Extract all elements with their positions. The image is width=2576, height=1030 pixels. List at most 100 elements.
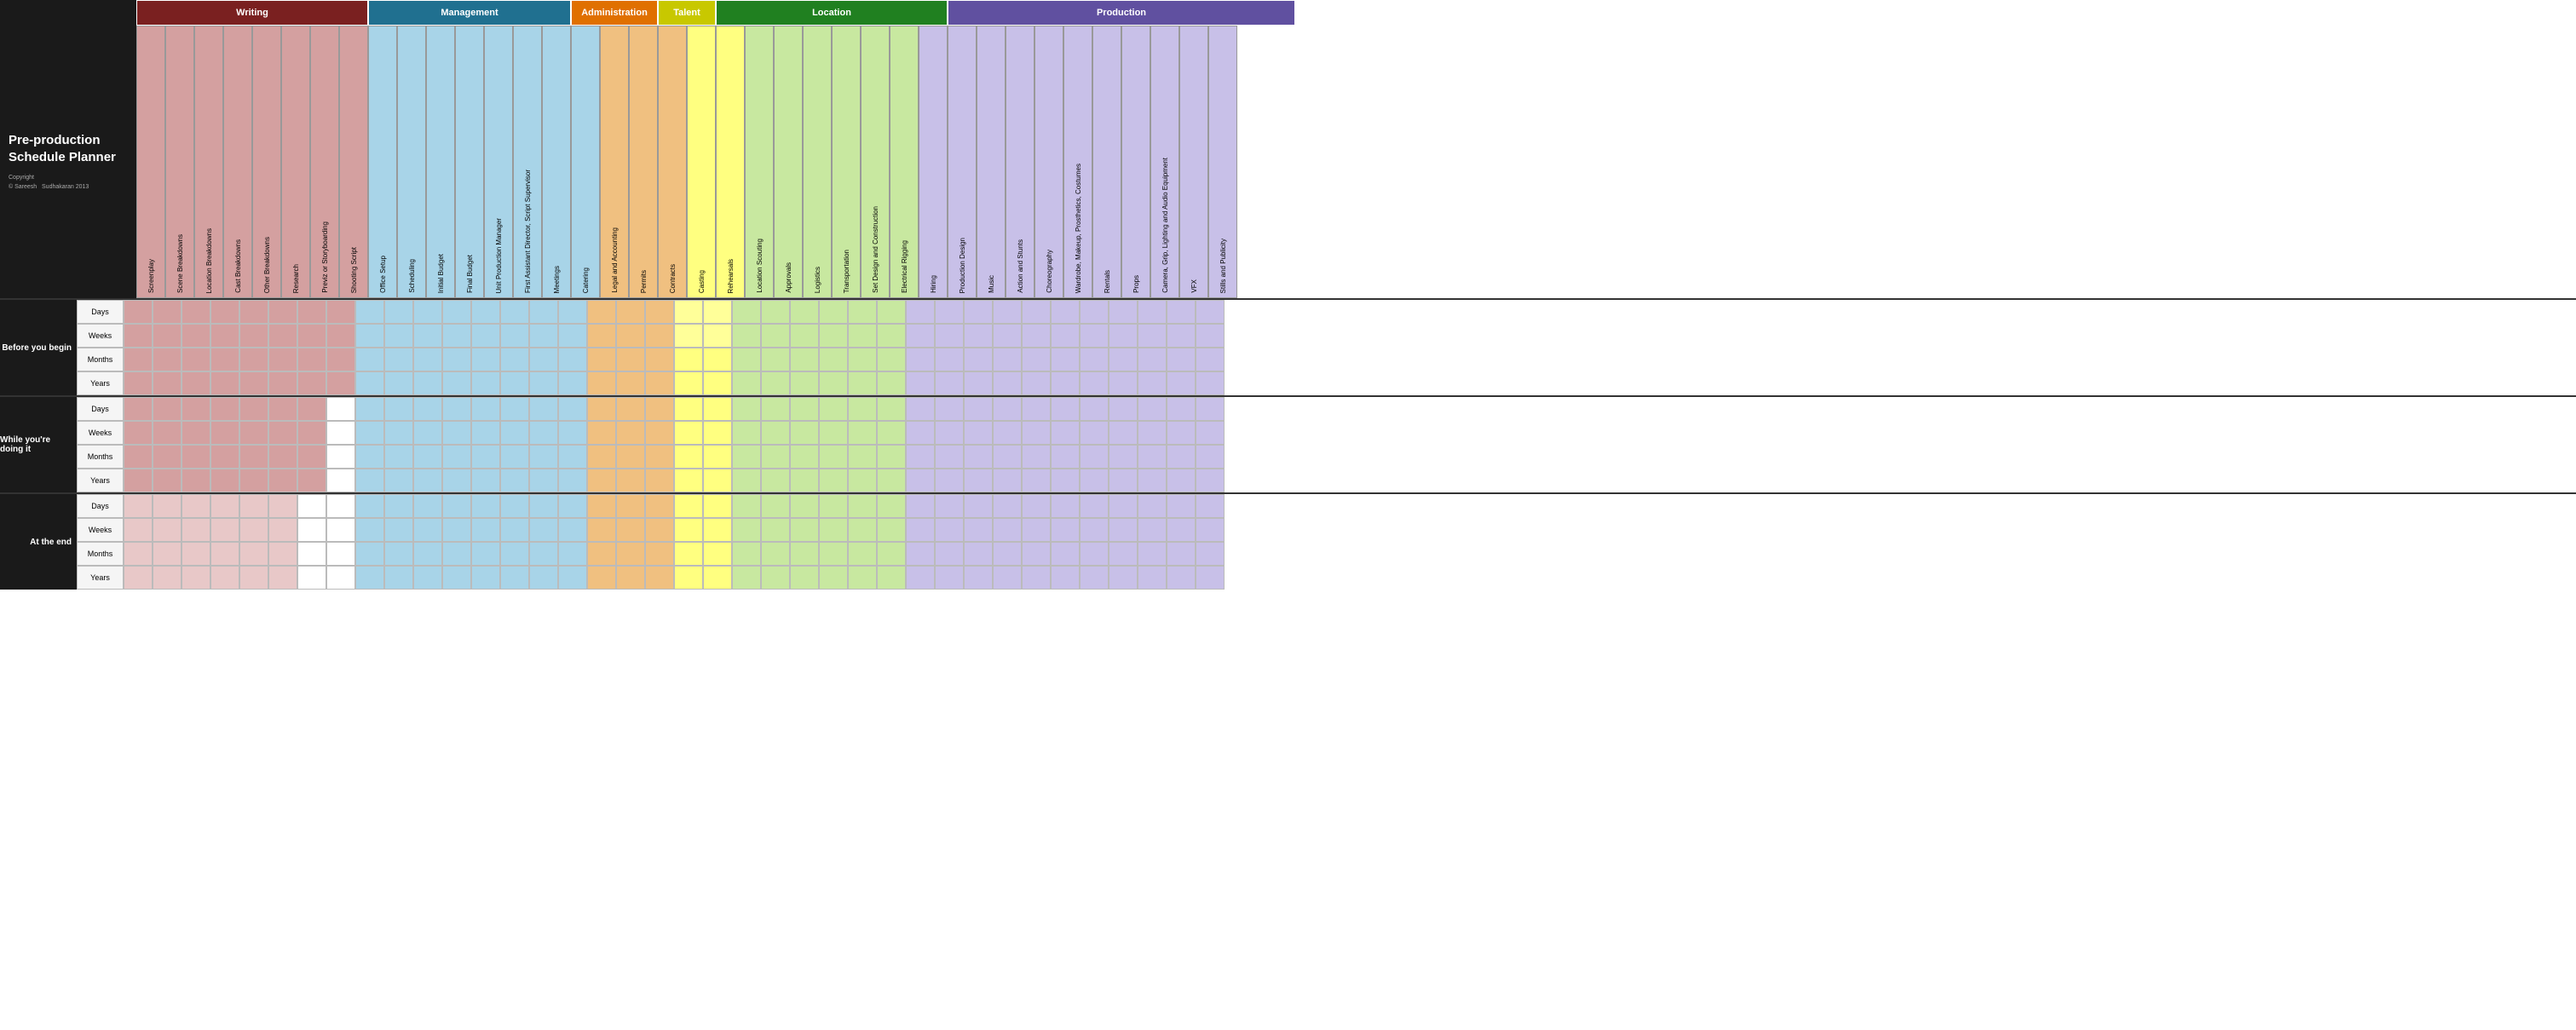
cell-before_you_begin-weeks-scheduling[interactable]	[384, 324, 413, 348]
cell-while_youre_doing_it-years-permits[interactable]	[616, 469, 645, 492]
cell-while_youre_doing_it-months-location_scouting[interactable]	[732, 445, 761, 469]
cell-before_you_begin-months-wardrobe[interactable]	[1051, 348, 1080, 371]
cell-at_the_end-months-music[interactable]	[964, 542, 993, 566]
cell-at_the_end-days-scene_breakdowns[interactable]	[153, 494, 182, 518]
cell-while_youre_doing_it-weeks-final_budget[interactable]	[442, 421, 471, 445]
cell-before_you_begin-days-contracts[interactable]	[645, 300, 674, 324]
cell-at_the_end-months-rehearsals[interactable]	[703, 542, 732, 566]
cell-while_youre_doing_it-weeks-logistics[interactable]	[790, 421, 819, 445]
cell-while_youre_doing_it-months-office_setup[interactable]	[355, 445, 384, 469]
cell-before_you_begin-days-approvals[interactable]	[761, 300, 790, 324]
cell-before_you_begin-weeks-rehearsals[interactable]	[703, 324, 732, 348]
cell-at_the_end-years-scene_breakdowns[interactable]	[153, 566, 182, 590]
cell-while_youre_doing_it-weeks-screenplay[interactable]	[124, 421, 153, 445]
cell-at_the_end-years-unit_production_manager[interactable]	[471, 566, 500, 590]
cell-before_you_begin-years-vfx[interactable]	[1167, 371, 1196, 395]
cell-before_you_begin-months-props[interactable]	[1109, 348, 1138, 371]
cell-at_the_end-years-legal_accounting[interactable]	[587, 566, 616, 590]
cell-at_the_end-days-research[interactable]	[268, 494, 297, 518]
cell-at_the_end-days-final_budget[interactable]	[442, 494, 471, 518]
cell-at_the_end-years-previz_storyboarding[interactable]	[297, 566, 326, 590]
cell-while_youre_doing_it-years-stills_publicity[interactable]	[1196, 469, 1225, 492]
cell-before_you_begin-months-action_stunts[interactable]	[993, 348, 1022, 371]
cell-while_youre_doing_it-days-legal_accounting[interactable]	[587, 397, 616, 421]
cell-at_the_end-days-scheduling[interactable]	[384, 494, 413, 518]
cell-before_you_begin-days-scheduling[interactable]	[384, 300, 413, 324]
cell-before_you_begin-years-props[interactable]	[1109, 371, 1138, 395]
cell-before_you_begin-months-shooting_script[interactable]	[326, 348, 355, 371]
cell-at_the_end-years-meetings[interactable]	[529, 566, 558, 590]
cell-before_you_begin-months-research[interactable]	[268, 348, 297, 371]
cell-while_youre_doing_it-weeks-production_design[interactable]	[935, 421, 964, 445]
cell-at_the_end-weeks-cast_breakdowns[interactable]	[210, 518, 239, 542]
cell-while_youre_doing_it-weeks-rentals[interactable]	[1080, 421, 1109, 445]
cell-at_the_end-weeks-stills_publicity[interactable]	[1196, 518, 1225, 542]
cell-before_you_begin-months-choreography[interactable]	[1022, 348, 1051, 371]
cell-at_the_end-weeks-office_setup[interactable]	[355, 518, 384, 542]
cell-before_you_begin-years-music[interactable]	[964, 371, 993, 395]
cell-while_youre_doing_it-weeks-legal_accounting[interactable]	[587, 421, 616, 445]
cell-at_the_end-years-rehearsals[interactable]	[703, 566, 732, 590]
cell-at_the_end-months-location_breakdowns[interactable]	[182, 542, 210, 566]
cell-while_youre_doing_it-weeks-contracts[interactable]	[645, 421, 674, 445]
cell-before_you_begin-years-electrical_rigging[interactable]	[877, 371, 906, 395]
cell-before_you_begin-days-vfx[interactable]	[1167, 300, 1196, 324]
cell-while_youre_doing_it-years-wardrobe[interactable]	[1051, 469, 1080, 492]
cell-while_youre_doing_it-days-approvals[interactable]	[761, 397, 790, 421]
cell-before_you_begin-days-choreography[interactable]	[1022, 300, 1051, 324]
cell-before_you_begin-days-music[interactable]	[964, 300, 993, 324]
cell-before_you_begin-months-meetings[interactable]	[529, 348, 558, 371]
cell-at_the_end-years-catering[interactable]	[558, 566, 587, 590]
cell-while_youre_doing_it-weeks-electrical_rigging[interactable]	[877, 421, 906, 445]
cell-at_the_end-weeks-unit_production_manager[interactable]	[471, 518, 500, 542]
cell-while_youre_doing_it-years-location_scouting[interactable]	[732, 469, 761, 492]
cell-while_youre_doing_it-months-initial_budget[interactable]	[413, 445, 442, 469]
cell-while_youre_doing_it-months-meetings[interactable]	[529, 445, 558, 469]
cell-while_youre_doing_it-days-location_scouting[interactable]	[732, 397, 761, 421]
cell-before_you_begin-months-scheduling[interactable]	[384, 348, 413, 371]
cell-at_the_end-years-transportation[interactable]	[819, 566, 848, 590]
cell-while_youre_doing_it-days-screenplay[interactable]	[124, 397, 153, 421]
cell-while_youre_doing_it-years-logistics[interactable]	[790, 469, 819, 492]
cell-while_youre_doing_it-weeks-other_breakdowns[interactable]	[239, 421, 268, 445]
cell-before_you_begin-years-other_breakdowns[interactable]	[239, 371, 268, 395]
cell-at_the_end-years-choreography[interactable]	[1022, 566, 1051, 590]
cell-at_the_end-years-casting[interactable]	[674, 566, 703, 590]
cell-before_you_begin-days-initial_budget[interactable]	[413, 300, 442, 324]
cell-at_the_end-months-electrical_rigging[interactable]	[877, 542, 906, 566]
cell-at_the_end-years-approvals[interactable]	[761, 566, 790, 590]
cell-at_the_end-months-hiring[interactable]	[906, 542, 935, 566]
cell-at_the_end-months-stills_publicity[interactable]	[1196, 542, 1225, 566]
cell-at_the_end-months-camera_grip[interactable]	[1138, 542, 1167, 566]
cell-while_youre_doing_it-weeks-choreography[interactable]	[1022, 421, 1051, 445]
cell-before_you_begin-months-cast_breakdowns[interactable]	[210, 348, 239, 371]
cell-before_you_begin-years-final_budget[interactable]	[442, 371, 471, 395]
cell-while_youre_doing_it-days-rentals[interactable]	[1080, 397, 1109, 421]
cell-before_you_begin-weeks-production_design[interactable]	[935, 324, 964, 348]
cell-at_the_end-days-hiring[interactable]	[906, 494, 935, 518]
cell-at_the_end-days-logistics[interactable]	[790, 494, 819, 518]
cell-before_you_begin-years-hiring[interactable]	[906, 371, 935, 395]
cell-while_youre_doing_it-weeks-first_ad[interactable]	[500, 421, 529, 445]
cell-at_the_end-weeks-permits[interactable]	[616, 518, 645, 542]
cell-while_youre_doing_it-weeks-action_stunts[interactable]	[993, 421, 1022, 445]
cell-while_youre_doing_it-years-unit_production_manager[interactable]	[471, 469, 500, 492]
cell-while_youre_doing_it-days-action_stunts[interactable]	[993, 397, 1022, 421]
cell-while_youre_doing_it-months-location_breakdowns[interactable]	[182, 445, 210, 469]
cell-at_the_end-days-rehearsals[interactable]	[703, 494, 732, 518]
cell-while_youre_doing_it-months-action_stunts[interactable]	[993, 445, 1022, 469]
cell-before_you_begin-weeks-vfx[interactable]	[1167, 324, 1196, 348]
cell-at_the_end-days-location_scouting[interactable]	[732, 494, 761, 518]
cell-while_youre_doing_it-months-catering[interactable]	[558, 445, 587, 469]
cell-while_youre_doing_it-months-research[interactable]	[268, 445, 297, 469]
cell-while_youre_doing_it-weeks-scene_breakdowns[interactable]	[153, 421, 182, 445]
cell-at_the_end-days-unit_production_manager[interactable]	[471, 494, 500, 518]
cell-at_the_end-weeks-action_stunts[interactable]	[993, 518, 1022, 542]
cell-at_the_end-weeks-legal_accounting[interactable]	[587, 518, 616, 542]
cell-while_youre_doing_it-days-location_breakdowns[interactable]	[182, 397, 210, 421]
cell-at_the_end-days-rentals[interactable]	[1080, 494, 1109, 518]
cell-while_youre_doing_it-days-contracts[interactable]	[645, 397, 674, 421]
cell-at_the_end-months-legal_accounting[interactable]	[587, 542, 616, 566]
cell-at_the_end-days-camera_grip[interactable]	[1138, 494, 1167, 518]
cell-before_you_begin-years-scheduling[interactable]	[384, 371, 413, 395]
